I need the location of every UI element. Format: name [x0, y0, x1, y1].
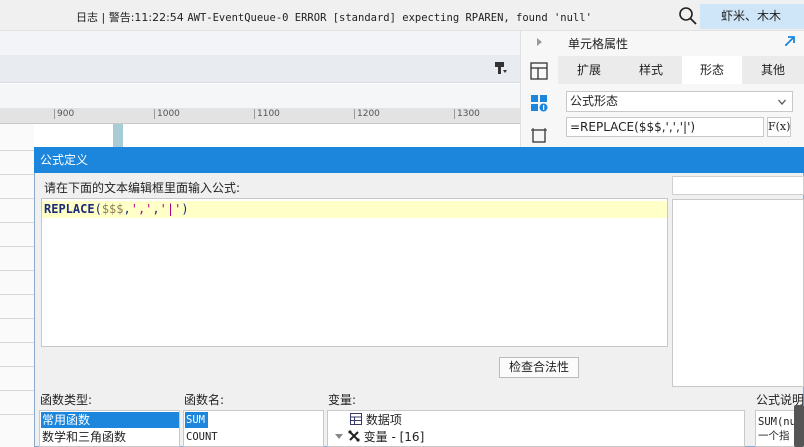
property-tabs: 扩展 样式 形态 其他	[558, 56, 804, 84]
formula-token: ','	[130, 202, 153, 216]
search-icon	[679, 7, 697, 25]
log-prefix: 日志 | 警告:11:22:54	[76, 11, 188, 24]
list-item[interactable]: 常用函数	[41, 412, 179, 428]
list-item[interactable]: SUM	[185, 412, 208, 428]
border-icon[interactable]	[530, 127, 548, 145]
user-menu[interactable]: 虾米、木木	[700, 4, 804, 29]
ruler-tick: 1200	[354, 109, 380, 119]
panel-title: 单元格属性	[568, 37, 629, 51]
display-type-value: 公式形态	[570, 94, 619, 108]
check-validity-button[interactable]: 检查合法性	[499, 357, 579, 378]
collapse-icon[interactable]	[783, 34, 797, 48]
tree-item-label: 数据项	[365, 413, 402, 427]
function-name-label: 函数名:	[184, 393, 225, 407]
widget-settings-icon[interactable]	[530, 94, 548, 112]
ruler-tick: 1000	[154, 109, 180, 119]
log-message[interactable]: 日志 | 警告:11:22:54 AWT-EventQueue-0 ERROR …	[76, 9, 592, 25]
function-type-label: 函数类型:	[40, 393, 93, 407]
cell-properties-icon[interactable]	[530, 62, 548, 80]
variable-tree[interactable]: 数据项 变量 - [16]	[327, 410, 745, 447]
description-line: 一个指	[758, 430, 790, 442]
variable-icon	[348, 430, 360, 442]
formula-text: REPLACE($$$,',','|')	[44, 202, 189, 216]
tab-style[interactable]: 样式	[620, 56, 682, 84]
tab-expand[interactable]: 扩展	[558, 56, 620, 84]
variable-label: 变量:	[328, 393, 357, 407]
formula-prompt-label: 请在下面的文本编辑框里面输入公式:	[44, 181, 241, 195]
formula-token: '|'	[159, 202, 182, 216]
expand-right-icon[interactable]	[535, 36, 545, 48]
list-item[interactable]: 数学和三角函数	[41, 429, 179, 445]
toolbar-row	[0, 84, 520, 108]
ruler-tick: 900	[54, 109, 74, 119]
log-detail: AWT-EventQueue-0 ERROR [standard] expect…	[187, 12, 592, 24]
toolbar-row	[0, 55, 520, 83]
display-type-select[interactable]: 公式形态	[566, 91, 793, 112]
formula-token: ,	[123, 202, 131, 216]
tree-item[interactable]: 变量 - [16]	[334, 429, 424, 445]
tree-item-label: 变量 - [16]	[363, 430, 425, 444]
function-search-input[interactable]	[672, 176, 804, 195]
ruler-tick: 1100	[254, 109, 280, 119]
ruler: 900 1000 1100 1200 1300	[0, 108, 520, 124]
description-line: SUM(nu	[758, 416, 796, 428]
scrollbar-thumb[interactable]	[794, 405, 804, 447]
chevron-down-icon	[778, 99, 786, 105]
ruler-tick: 1300	[454, 109, 480, 119]
dialog-title: 公式定义	[34, 147, 804, 173]
sheet-grid[interactable]	[0, 124, 34, 447]
ruler-selection-marker	[113, 124, 123, 148]
formula-token: (	[94, 202, 102, 216]
formula-token: )	[181, 202, 189, 216]
formula-display-field[interactable]: =REPLACE($$$,',','|')	[566, 117, 764, 137]
formula-editor[interactable]: REPLACE($$$,',','|')	[41, 198, 668, 347]
description-panel	[672, 199, 804, 387]
formula-editor-button[interactable]: F(x)	[767, 117, 791, 137]
format-painter-icon[interactable]	[494, 61, 508, 75]
tab-other[interactable]: 其他	[742, 56, 804, 84]
tree-item[interactable]: 数据项	[350, 412, 402, 428]
property-icon-strip	[520, 31, 558, 151]
formula-token: ,	[152, 202, 160, 216]
formula-token: REPLACE	[44, 202, 95, 216]
table-icon	[350, 413, 362, 425]
toolbar-row	[0, 31, 520, 55]
search-button[interactable]	[676, 4, 700, 28]
function-name-list[interactable]: SUM COUNT	[183, 410, 324, 447]
tab-display[interactable]: 形态	[682, 56, 742, 84]
list-item[interactable]: COUNT	[185, 429, 323, 445]
function-type-list[interactable]: 常用函数 数学和三角函数	[39, 410, 180, 447]
formula-token: $$$	[101, 202, 124, 216]
chevron-down-icon[interactable]	[334, 431, 344, 441]
